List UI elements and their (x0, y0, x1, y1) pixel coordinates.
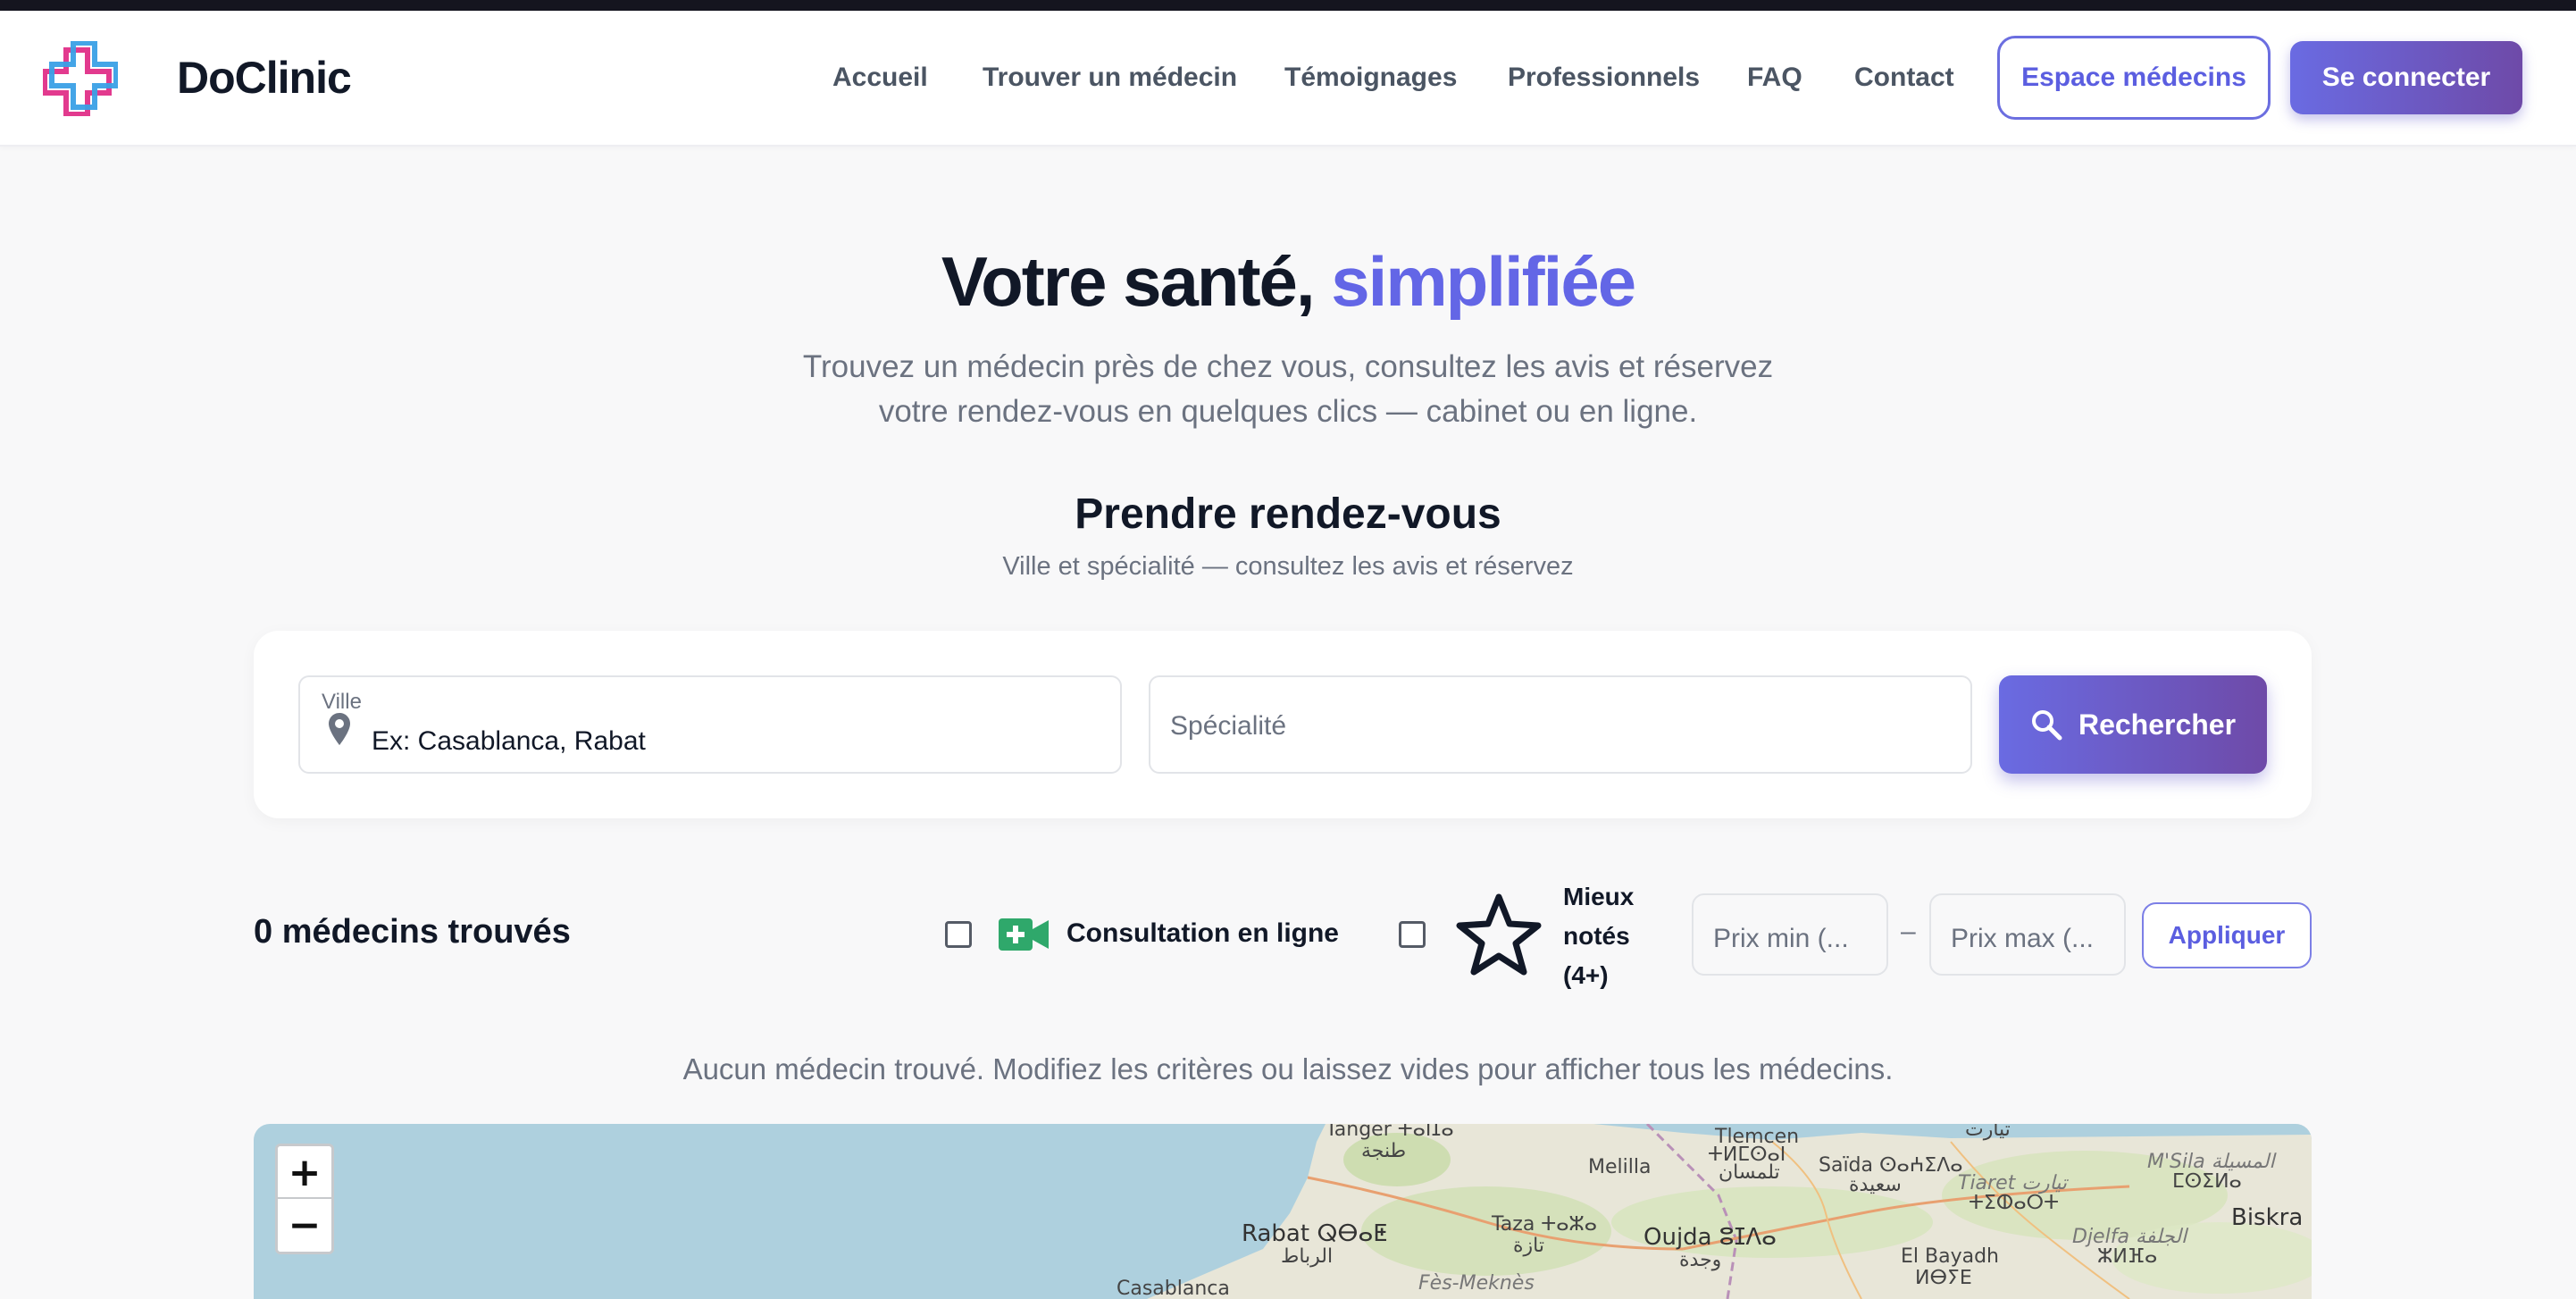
map-label-tiaret-ar: تيارت (1965, 1124, 2011, 1141)
map-label-el-bayadh: El Bayadh (1901, 1245, 1999, 1268)
specialty-field[interactable] (1149, 675, 1972, 774)
map-label-djelfa-tz: ⵣⵍⴼⴰ (2097, 1245, 2158, 1268)
map-label-taza: Taza ⵜⴰⵣⴰ (1492, 1213, 1597, 1236)
map-label-rabat: Rabat ⵕⴱⴰⵟ (1242, 1220, 1388, 1247)
map-label-melilla: Melilla (1588, 1156, 1652, 1178)
apply-filters-button[interactable]: Appliquer (2142, 902, 2312, 968)
browser-top-strip (0, 0, 2576, 11)
top-rated-checkbox[interactable] (1399, 921, 1426, 948)
empty-results-message: Aucun médecin trouvé. Modifiez les critè… (682, 1052, 1894, 1085)
zoom-in-button[interactable]: + (278, 1146, 331, 1199)
hero-subtitle: Trouvez un médecin près de chez vous, co… (752, 345, 1824, 434)
hero-subtitle-line1: Trouvez un médecin près de chez vous, co… (802, 349, 1774, 384)
nav-link-professionnels[interactable]: Professionnels (1508, 63, 1700, 93)
top-rated-label[interactable]: Mieux notés (4+) (1563, 877, 1652, 995)
login-button[interactable]: Se connecter (2290, 41, 2522, 114)
city-input[interactable] (372, 722, 1104, 761)
location-pin-icon (329, 713, 350, 745)
top-rated-label-line3: (4+) (1563, 961, 1609, 989)
map-label-tanger: Tanger ⵜⴰⵏⵊⴰ (1326, 1124, 1454, 1141)
nav-link-accueil[interactable]: Accueil (832, 63, 928, 93)
map-label-tlemcen-ar: تلمسان (1719, 1161, 1780, 1184)
map-label-fes: Fès-Meknès (1418, 1272, 1535, 1295)
map-label-biskra: Biskra (2231, 1204, 2304, 1231)
hero-title-accent: simplifiée (1331, 242, 1636, 321)
top-rated-label-line1: Mieux (1563, 883, 1635, 910)
search-button-label: Rechercher (2078, 708, 2237, 741)
map-label-saida-ar: سعيدة (1849, 1174, 1902, 1196)
map-label-el-bayadh-tz: ⵍⴱⵢⴹ (1915, 1267, 1972, 1289)
online-consultation-checkbox[interactable] (945, 921, 972, 948)
nav-link-trouver-medecin[interactable]: Trouver un médecin (983, 63, 1237, 93)
site-header: DoClinic Accueil Trouver un médecin Témo… (0, 11, 2576, 147)
nav-link-contact[interactable]: Contact (1854, 63, 1954, 93)
nav-link-temoignages[interactable]: Témoignages (1284, 63, 1457, 93)
results-count: 0 médecins trouvés (254, 913, 571, 951)
map-label-tanger-ar: طنجة (1361, 1140, 1407, 1162)
hero-subtitle-line2: votre rendez-vous en quelques clics — ca… (878, 394, 1698, 429)
map-label-tiaret-tz: ⵜⵉⵀⴰⵔⵜ (1969, 1192, 2059, 1214)
hero-title-main: Votre santé, (941, 242, 1316, 321)
map-label-rabat-ar: الرباط (1281, 1245, 1334, 1268)
map-label-msila-tz: ⵎⵙⵉⵍⴰ (2172, 1170, 2242, 1193)
price-min-input[interactable] (1692, 893, 1888, 976)
map-label-oujda-ar: وجدة (1679, 1249, 1722, 1271)
city-field[interactable]: Ville (298, 675, 1122, 774)
search-button[interactable]: Rechercher (1999, 675, 2267, 774)
booking-subtitle: Ville et spécialité — consultez les avis… (1002, 552, 1574, 581)
map-zoom-controls: + − (275, 1144, 334, 1254)
hero-title: Votre santé, simplifiée (0, 241, 2576, 323)
top-rated-label-line2: notés (1563, 922, 1630, 950)
star-icon (1456, 893, 1542, 976)
zoom-out-button[interactable]: − (278, 1199, 331, 1252)
video-camera-icon (999, 918, 1049, 951)
booking-title: Prendre rendez-vous (1075, 490, 1501, 538)
price-range-separator: – (1901, 917, 1916, 946)
online-consultation-label[interactable]: Consultation en ligne (1066, 918, 1339, 949)
doctor-space-button[interactable]: Espace médecins (1997, 36, 2271, 120)
nav-link-faq[interactable]: FAQ (1747, 63, 1802, 93)
doctors-map[interactable]: + − Tanger ⵜⴰⵏⵊⴰ طنجة Rabat ⵕⴱⴰⵟ الرباط … (254, 1124, 2312, 1299)
specialty-input[interactable] (1170, 704, 1956, 749)
map-label-oujda: Oujda ⵓⵊⴷⴰ (1643, 1224, 1777, 1251)
search-card: Ville Rechercher (254, 631, 2312, 818)
search-icon (2031, 710, 2062, 741)
map-label-casablanca: Casablanca (1117, 1278, 1230, 1299)
map-label-taza-ar: تازة (1513, 1235, 1544, 1257)
price-max-input[interactable] (1929, 893, 2126, 976)
